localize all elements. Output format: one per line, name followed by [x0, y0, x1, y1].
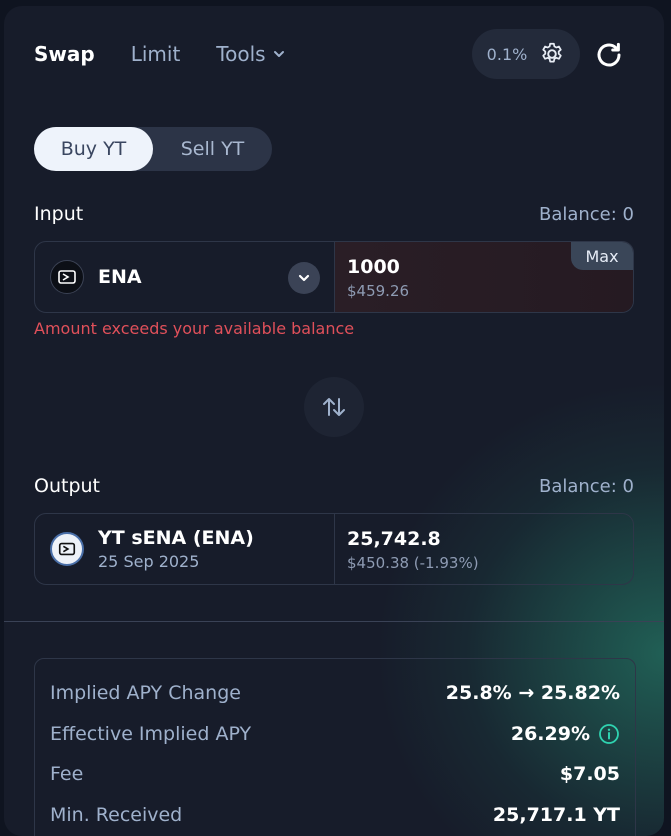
min-received-value: 25,717.1 YT [492, 803, 620, 826]
refresh-icon[interactable] [594, 40, 624, 70]
implied-apy-change-value: 25.8% → 25.82% [445, 682, 620, 705]
detail-row: Implied APY Change 25.8% → 25.82% [50, 673, 620, 714]
output-balance: Balance: 0 [538, 476, 634, 497]
fee-value: $7.05 [559, 763, 620, 786]
input-box: ENA 1000 $459.26 Max [34, 241, 634, 313]
gear-icon [542, 42, 562, 63]
output-label: Output [34, 475, 100, 497]
input-amount-field[interactable]: 1000 $459.26 Max [335, 242, 633, 312]
output-usd-value: $450.38 (-1.93%) [347, 554, 479, 572]
info-icon[interactable] [598, 723, 620, 745]
output-token: YT sENA (ENA) 25 Sep 2025 [35, 514, 335, 584]
detail-row: Min. Received 25,717.1 YT [50, 795, 620, 836]
input-token-name: ENA [98, 266, 142, 288]
output-amount-field: 25,742.8 $450.38 (-1.93%) [335, 514, 633, 584]
ethena-logo-icon [50, 260, 84, 294]
tab-tools[interactable]: Tools [216, 42, 285, 66]
tab-limit-label: Limit [130, 42, 181, 66]
effective-apy-value: 26.29% [510, 722, 590, 745]
detail-row: Fee $7.05 [50, 754, 620, 795]
buy-yt-option[interactable]: Buy YT [34, 127, 153, 171]
swap-panel: Swap Limit Tools 0.1% Buy YT Sell YT Inp… [4, 6, 664, 836]
chevron-down-icon[interactable] [288, 262, 320, 294]
slippage-settings-button[interactable]: 0.1% [472, 29, 580, 79]
swap-arrows-icon [323, 398, 345, 416]
chevron-down-icon [273, 51, 284, 57]
detail-value: 26.29% [511, 723, 620, 745]
swap-details: Implied APY Change 25.8% → 25.82% Effect… [34, 658, 636, 836]
buy-sell-toggle: Buy YT Sell YT [34, 127, 272, 171]
yt-sena-logo-icon [50, 532, 84, 566]
tab-swap-label: Swap [34, 42, 95, 66]
input-label: Input [34, 203, 84, 225]
divider [4, 621, 664, 622]
slippage-value: 0.1% [486, 44, 528, 64]
detail-key: Effective Implied APY [50, 722, 252, 745]
input-usd-value: $459.26 [347, 282, 410, 300]
balance-error-message: Amount exceeds your available balance [34, 319, 355, 338]
detail-value: 25.8% → 25.82% [446, 682, 620, 704]
output-amount: 25,742.8 [347, 528, 441, 550]
sell-yt-option[interactable]: Sell YT [153, 127, 272, 171]
nav-tabs: Swap Limit Tools [34, 42, 322, 66]
output-maturity: 25 Sep 2025 [98, 552, 200, 571]
tab-limit[interactable]: Limit [131, 42, 181, 66]
detail-key: Fee [50, 763, 84, 786]
output-token-name: YT sENA (ENA) [98, 527, 254, 549]
detail-key: Implied APY Change [50, 682, 241, 705]
detail-row: Effective Implied APY 26.29% [50, 714, 620, 755]
output-box: YT sENA (ENA) 25 Sep 2025 25,742.8 $450.… [34, 513, 634, 585]
detail-key: Min. Received [50, 803, 183, 826]
input-token-selector[interactable]: ENA [35, 242, 335, 312]
detail-value: $7.05 [560, 763, 620, 785]
max-button[interactable]: Max [571, 242, 633, 270]
tab-swap[interactable]: Swap [34, 42, 95, 66]
detail-value: 25,717.1 YT [493, 804, 620, 826]
tab-tools-label: Tools [216, 42, 266, 66]
input-balance: Balance: 0 [538, 204, 634, 225]
swap-direction-button[interactable] [304, 377, 364, 437]
